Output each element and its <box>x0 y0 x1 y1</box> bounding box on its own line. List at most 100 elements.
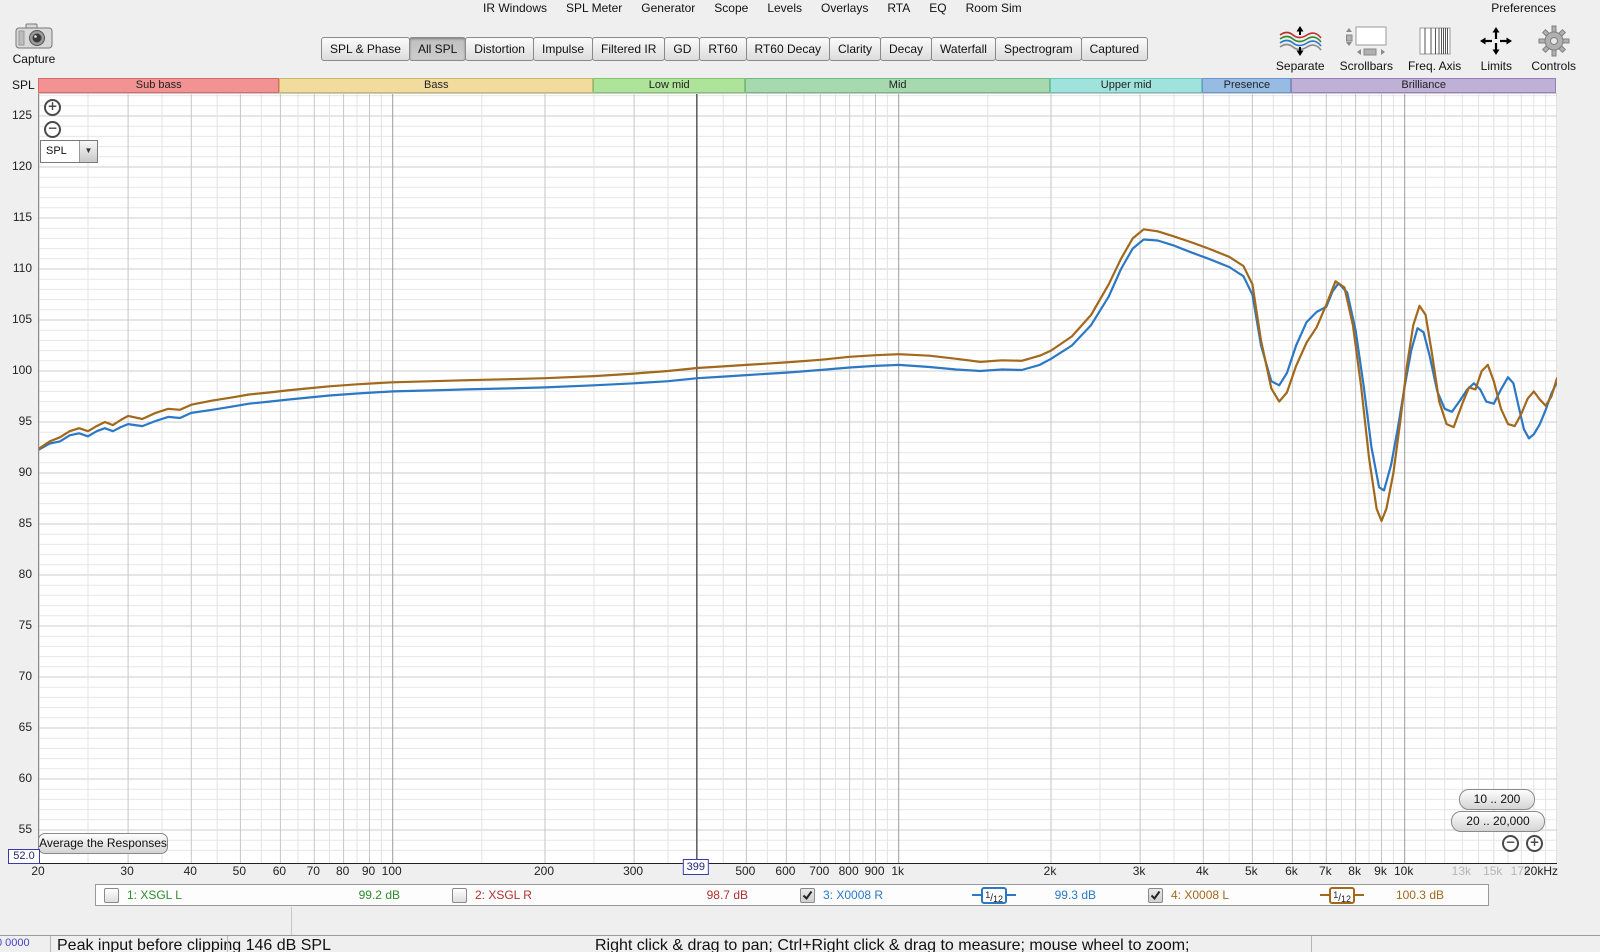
tab-gd[interactable]: GD <box>664 37 700 61</box>
x-tick-label: 500 <box>735 864 755 878</box>
legend-cursor-value: 99.2 dB <box>342 888 400 902</box>
menu-item-room-sim[interactable]: Room Sim <box>966 1 1022 15</box>
y-tick-label: 85 <box>0 516 32 530</box>
smoothing-badge[interactable]: 1/12 <box>1320 887 1364 904</box>
menu-item-spl-meter[interactable]: SPL Meter <box>566 1 622 15</box>
menu-item-overlays[interactable]: Overlays <box>821 1 868 15</box>
x-tick-label: 6k <box>1285 864 1298 878</box>
chevron-down-icon[interactable]: ▼ <box>79 141 97 162</box>
average-responses-button[interactable]: Average the Responses <box>38 833 168 854</box>
status-separator <box>50 936 51 952</box>
limits-icon <box>1476 25 1516 57</box>
band-low-mid: Low mid <box>593 78 745 93</box>
scrollbars-icon <box>1343 25 1389 57</box>
trace-line-left <box>1320 894 1329 896</box>
measurement-legend: 1: XSGL L99.2 dB2: XSGL R98.7 dB3: X0008… <box>95 884 1489 906</box>
menu-item-generator[interactable]: Generator <box>641 1 695 15</box>
range-20-20000-button[interactable]: 20 .. 20,000 <box>1451 811 1545 832</box>
freq-axis-icon <box>1412 25 1458 57</box>
tab-captured[interactable]: Captured <box>1081 37 1148 61</box>
status-hint: Right click & drag to pan; Ctrl+Right cl… <box>595 937 1189 952</box>
panel-divider <box>291 907 292 935</box>
spl-plot-area[interactable] <box>38 93 1557 864</box>
tab-all-spl[interactable]: All SPL <box>409 37 466 61</box>
spl-axis-dropdown-value: SPL <box>41 141 79 162</box>
limits-label: Limits <box>1481 59 1512 73</box>
spl-axis-dropdown[interactable]: SPL ▼ <box>40 140 98 163</box>
y-tick-label: 80 <box>0 567 32 581</box>
menu-item-rta[interactable]: RTA <box>887 1 910 15</box>
tab-filtered-ir[interactable]: Filtered IR <box>592 37 665 61</box>
freq-axis-button[interactable]: Freq. Axis <box>1408 25 1461 73</box>
status-counter: 0 0000 <box>0 937 30 949</box>
x-zoom-in-button[interactable]: + <box>1526 835 1543 852</box>
y-tick-label: 115 <box>0 210 32 224</box>
y-axis-min-field[interactable]: 52.0 <box>8 849 40 864</box>
legend-item-4-x0008-l: 4: X0008 L1/12100.3 dB <box>1140 885 1488 905</box>
checkbox-unchecked[interactable] <box>104 888 119 903</box>
checkbox-checked[interactable] <box>1148 888 1163 903</box>
y-tick-label: 120 <box>0 159 32 173</box>
legend-measurement-name: 3: X0008 R <box>823 888 883 902</box>
x-tick-label: 100 <box>382 864 402 878</box>
menu-item-ir-windows[interactable]: IR Windows <box>483 1 547 15</box>
freq-axis-label: Freq. Axis <box>1408 59 1461 73</box>
smoothing-badge[interactable]: 1/12 <box>972 887 1016 904</box>
y-tick-label: 75 <box>0 618 32 632</box>
menu-item-levels[interactable]: Levels <box>767 1 802 15</box>
menu-bar: IR Windows SPL Meter Generator Scope Levels O… <box>483 1 1022 15</box>
x-tick-label: 10k <box>1394 864 1413 878</box>
tab-spl-phase[interactable]: SPL & Phase <box>321 37 410 61</box>
x-tick-label: 70 <box>307 864 320 878</box>
tab-clarity[interactable]: Clarity <box>829 37 881 61</box>
band-presence: Presence <box>1202 78 1291 93</box>
y-tick-label: 125 <box>0 108 32 122</box>
tab-impulse[interactable]: Impulse <box>533 37 593 61</box>
menu-item-scope[interactable]: Scope <box>714 1 748 15</box>
tab-waterfall[interactable]: Waterfall <box>931 37 996 61</box>
graph-tab-bar: SPL & PhaseAll SPLDistortionImpulseFilte… <box>322 37 1148 61</box>
tab-distortion[interactable]: Distortion <box>465 37 534 61</box>
x-tick-label: 30 <box>120 864 133 878</box>
x-tick-label: 7k <box>1319 864 1332 878</box>
x-tick-label: 50 <box>233 864 246 878</box>
x-tick-label: 200 <box>534 864 554 878</box>
y-tick-label: 90 <box>0 465 32 479</box>
tab-spectrogram[interactable]: Spectrogram <box>995 37 1082 61</box>
separate-button[interactable]: Separate <box>1276 25 1325 73</box>
tab-decay[interactable]: Decay <box>880 37 932 61</box>
y-zoom-out-button[interactable]: − <box>44 121 61 138</box>
menu-item-preferences[interactable]: Preferences <box>1491 1 1556 15</box>
x-tick-label: 8k <box>1348 864 1361 878</box>
x-tick-label: 5k <box>1245 864 1258 878</box>
y-tick-label: 95 <box>0 414 32 428</box>
tab-rt60-decay[interactable]: RT60 Decay <box>746 37 830 61</box>
y-zoom-in-button[interactable]: + <box>44 99 61 116</box>
checkbox-unchecked[interactable] <box>452 888 467 903</box>
spl-chart-svg <box>39 94 1557 863</box>
check-icon <box>1149 889 1162 902</box>
scrollbars-label: Scrollbars <box>1340 59 1393 73</box>
x-tick-label: 80 <box>336 864 349 878</box>
capture-button[interactable]: Capture <box>6 22 62 66</box>
x-zoom-out-button[interactable]: − <box>1502 835 1519 852</box>
smoothing-value: 1/12 <box>981 887 1007 904</box>
limits-button[interactable]: Limits <box>1476 25 1516 73</box>
x-tick-label: 15k <box>1483 864 1502 878</box>
legend-measurement-name: 2: XSGL R <box>475 888 532 902</box>
checkbox-checked[interactable] <box>800 888 815 903</box>
graph-toolbar: Separate Scrollbars <box>1276 25 1576 73</box>
menu-item-eq[interactable]: EQ <box>929 1 946 15</box>
legend-item-1-xsgl-l: 1: XSGL L99.2 dB <box>96 885 444 905</box>
range-10-200-button[interactable]: 10 .. 200 <box>1459 789 1535 810</box>
band-mid: Mid <box>745 78 1050 93</box>
legend-item-3-x0008-r: 3: X0008 R1/1299.3 dB <box>792 885 1140 905</box>
x-tick-label: 700 <box>809 864 829 878</box>
controls-button[interactable]: Controls <box>1531 25 1576 73</box>
smoothing-value: 1/12 <box>1329 887 1355 904</box>
tab-rt60[interactable]: RT60 <box>699 37 746 61</box>
rew-window: IR Windows SPL Meter Generator Scope Levels O… <box>0 0 1600 952</box>
trace-line-right <box>1355 894 1364 896</box>
status-peak-input: Peak input before clipping 146 dB SPL <box>57 937 331 952</box>
scrollbars-button[interactable]: Scrollbars <box>1340 25 1393 73</box>
